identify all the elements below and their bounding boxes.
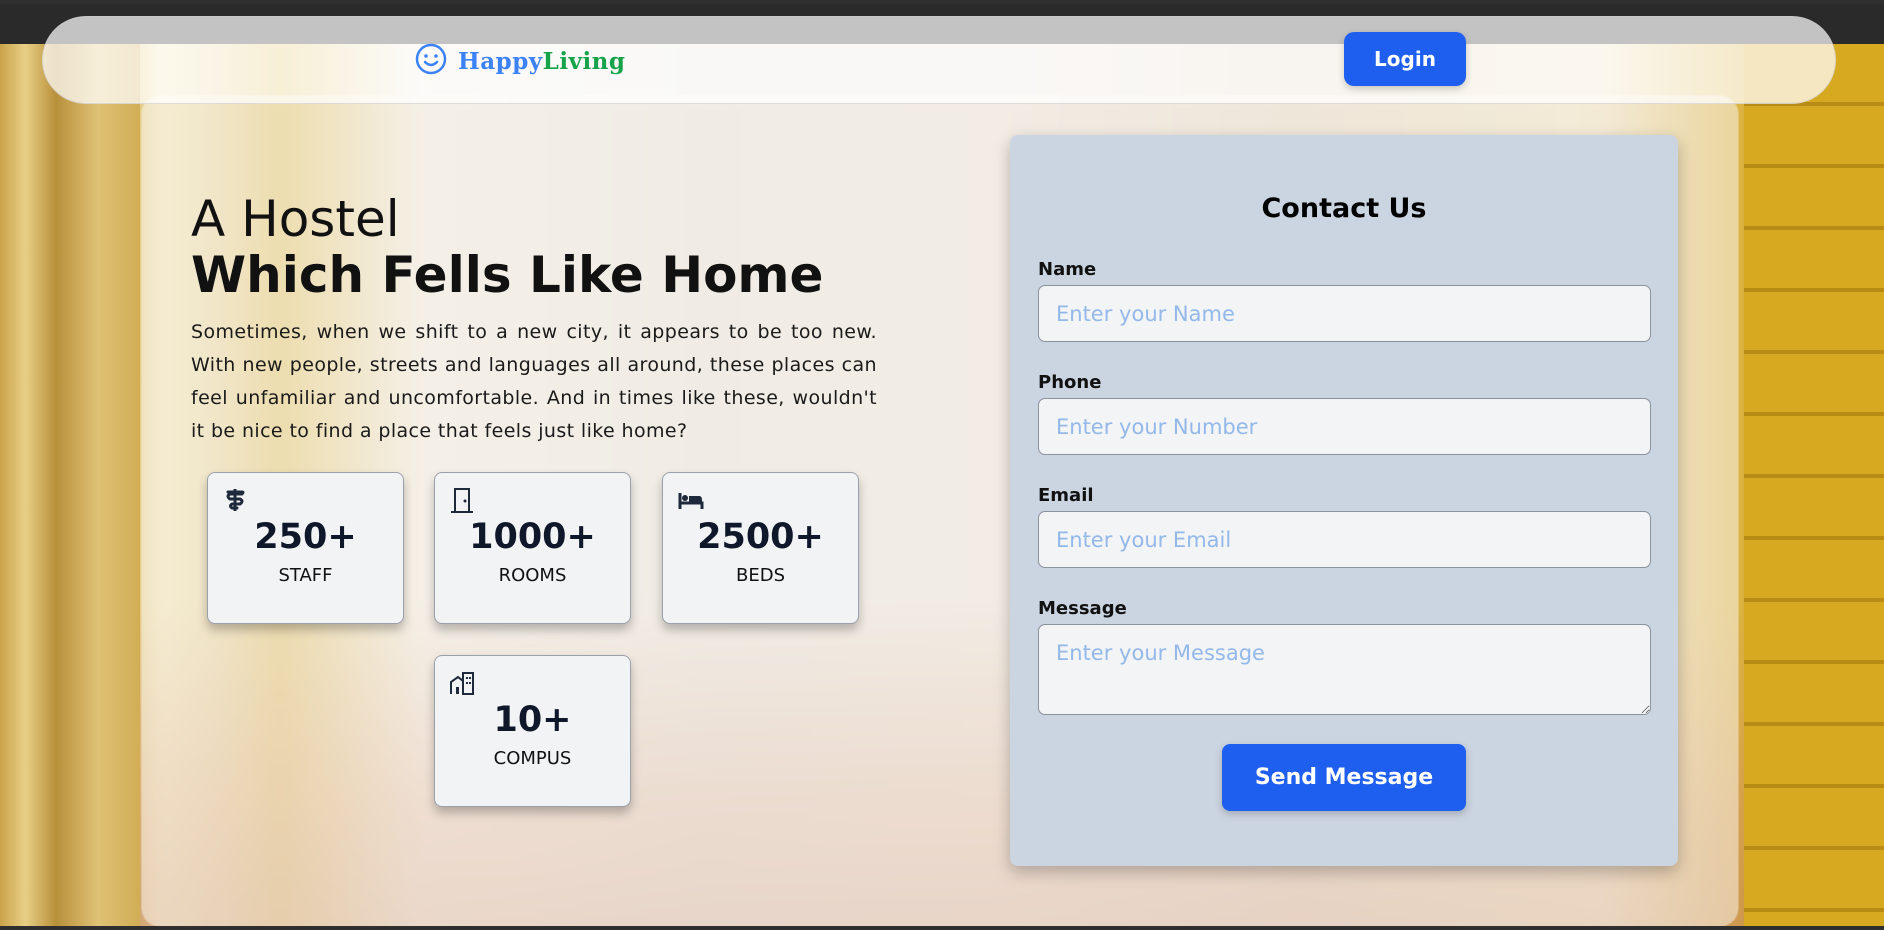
email-label: Email: [1038, 485, 1094, 506]
stat-value: 250+: [254, 517, 357, 557]
building-icon: [449, 670, 475, 696]
hero-title-line2: Which Fells Like Home: [191, 246, 824, 304]
hero-title-line1: A Hostel: [191, 190, 400, 248]
phone-input[interactable]: [1038, 398, 1651, 455]
contact-form-card: Contact Us Name Phone Email Message Send…: [1010, 135, 1678, 866]
stat-label: STAFF: [278, 565, 333, 586]
smiley-icon: [414, 42, 448, 80]
stat-card-rooms: 1000+ ROOMS: [434, 472, 631, 624]
login-button[interactable]: Login: [1344, 32, 1466, 86]
navbar: [42, 16, 1836, 104]
window-top-edge: [0, 0, 1884, 4]
contact-form-title: Contact Us: [1261, 193, 1427, 224]
background-left-post: [0, 44, 140, 926]
background-right-wall: [1744, 44, 1884, 926]
message-textarea[interactable]: [1038, 624, 1651, 715]
stat-label: BEDS: [735, 565, 785, 586]
window-bottom-edge: [0, 926, 1884, 930]
stat-card-beds: 2500+ BEDS: [662, 472, 859, 624]
name-label: Name: [1038, 259, 1097, 280]
brand-name-part1: Happy: [458, 47, 543, 75]
phone-label: Phone: [1038, 372, 1102, 393]
stat-label: ROOMS: [498, 565, 567, 586]
stat-value: 1000+: [469, 517, 596, 557]
door-icon: [449, 487, 475, 513]
stat-label: COMPUS: [493, 748, 572, 769]
stat-card-staff: 250+ STAFF: [207, 472, 404, 624]
brand-logo[interactable]: HappyLiving: [414, 42, 626, 80]
name-input[interactable]: [1038, 285, 1651, 342]
brand-name: HappyLiving: [458, 48, 626, 75]
brand-name-part2: Living: [542, 47, 626, 75]
bed-icon: [677, 487, 704, 513]
staff-caduceus-icon: [222, 487, 248, 513]
stat-value: 10+: [493, 700, 572, 740]
stat-value: 2500+: [697, 517, 824, 557]
send-message-button[interactable]: Send Message: [1222, 744, 1466, 811]
hero-description: Sometimes, when we shift to a new city, …: [191, 321, 877, 442]
email-input[interactable]: [1038, 511, 1651, 568]
stat-card-campus: 10+ COMPUS: [434, 655, 631, 807]
message-label: Message: [1038, 598, 1127, 619]
